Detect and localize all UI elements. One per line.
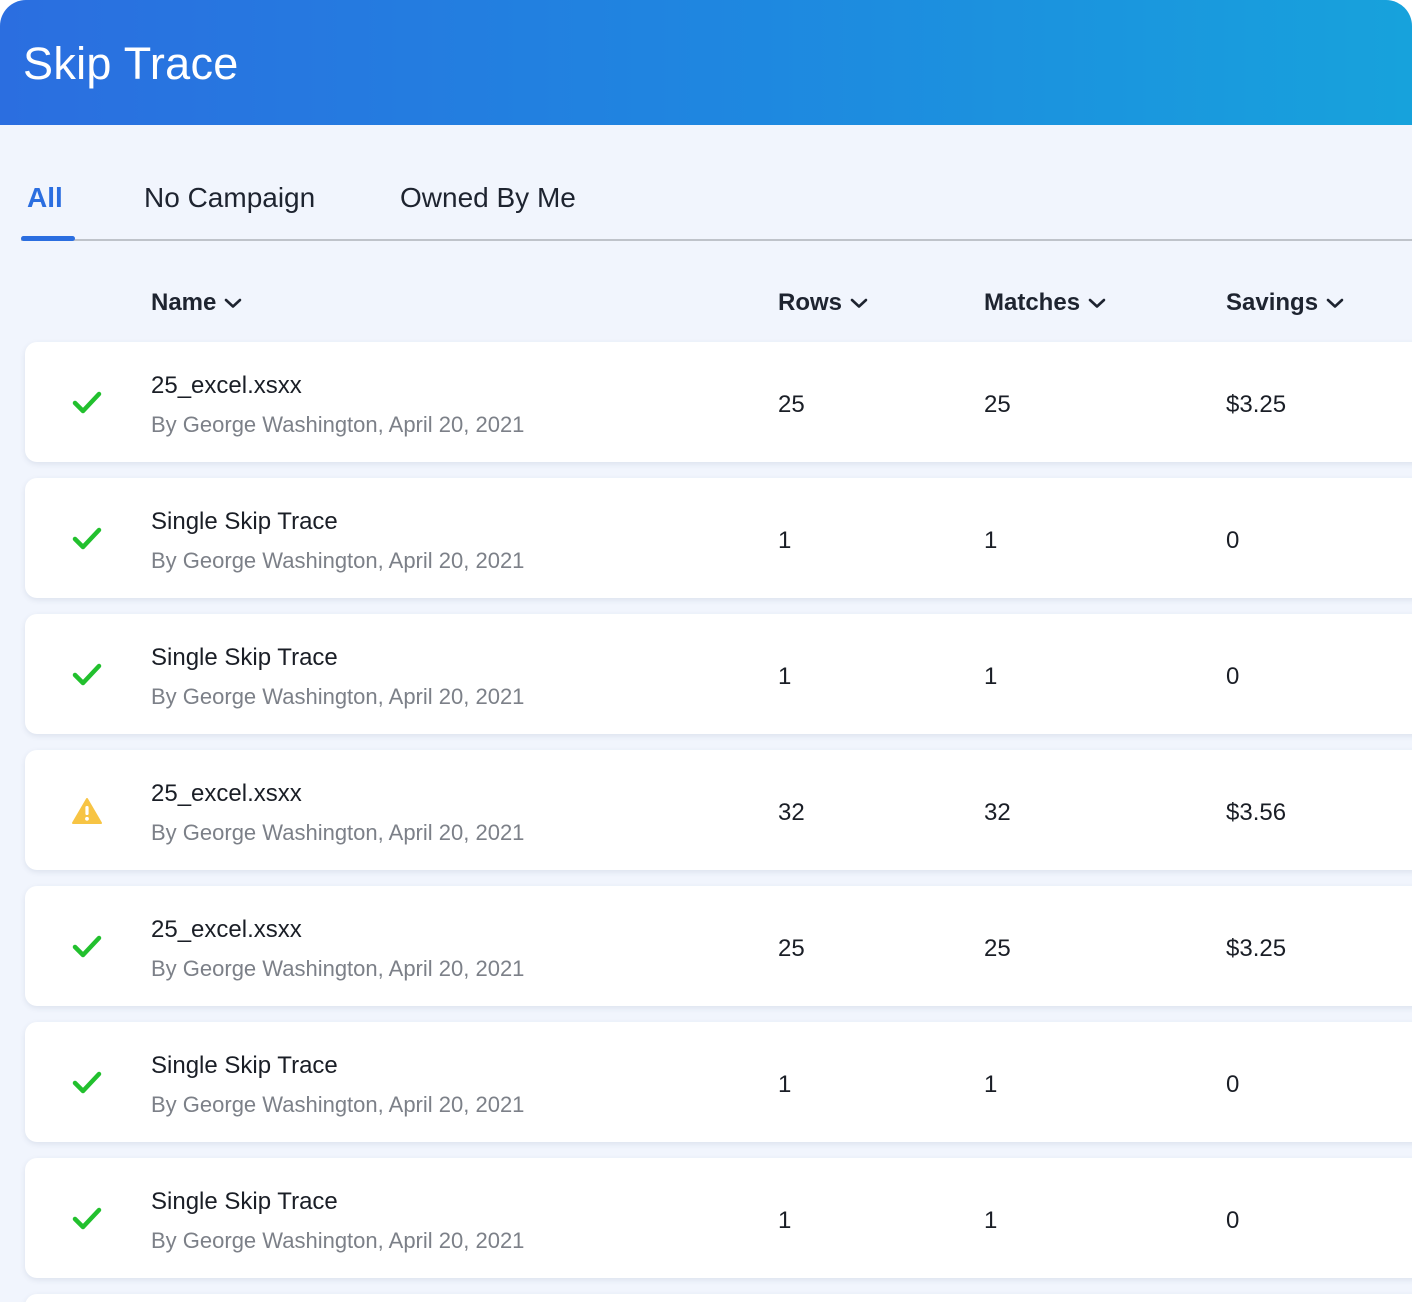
table-row-partial[interactable] xyxy=(25,1294,1412,1302)
active-tab-indicator xyxy=(21,236,75,241)
rows-value: 1 xyxy=(778,1071,792,1098)
file-meta: By George Washington, April 20, 2021 xyxy=(151,1228,525,1253)
chevron-down-icon xyxy=(1088,298,1106,308)
rows-value: 25 xyxy=(778,391,805,418)
file-meta: By George Washington, April 20, 2021 xyxy=(151,956,525,981)
skip-trace-window: Skip Trace All No Campaign Owned By Me N… xyxy=(0,0,1412,1302)
tab-no-campaign[interactable]: No Campaign xyxy=(144,182,315,214)
matches-value: 1 xyxy=(984,1071,998,1098)
chevron-down-icon xyxy=(225,298,242,308)
file-name: Single Skip Trace xyxy=(151,644,338,671)
matches-value: 25 xyxy=(984,935,1011,962)
matches-value: 1 xyxy=(984,527,998,554)
table-row[interactable]: Single Skip Trace By George Washington, … xyxy=(25,478,1412,598)
matches-value: 1 xyxy=(984,1207,998,1234)
column-header-name[interactable]: Name xyxy=(151,289,242,317)
file-name: 25_excel.xsxx xyxy=(151,372,302,399)
check-icon xyxy=(71,389,103,417)
column-header-savings-label: Savings xyxy=(1226,289,1319,316)
file-name: Single Skip Trace xyxy=(151,508,338,535)
savings-value: 0 xyxy=(1226,1207,1240,1234)
check-icon xyxy=(71,1069,103,1097)
check-icon xyxy=(71,661,103,689)
column-header-matches-label: Matches xyxy=(984,289,1081,316)
matches-value: 1 xyxy=(984,663,998,690)
table-row[interactable]: Single Skip Trace By George Washington, … xyxy=(25,1158,1412,1278)
savings-value: 0 xyxy=(1226,1071,1240,1098)
file-meta: By George Washington, April 20, 2021 xyxy=(151,684,525,709)
column-header-name-label: Name xyxy=(151,289,217,316)
file-name: Single Skip Trace xyxy=(151,1188,338,1215)
chevron-down-icon xyxy=(850,298,868,308)
file-meta: By George Washington, April 20, 2021 xyxy=(151,820,525,845)
column-header-rows-label: Rows xyxy=(778,289,843,316)
table-row[interactable]: Single Skip Trace By George Washington, … xyxy=(25,1022,1412,1142)
matches-value: 32 xyxy=(984,799,1011,826)
column-header-savings[interactable]: Savings xyxy=(1226,289,1344,317)
warning-icon xyxy=(71,797,103,825)
rows-value: 25 xyxy=(778,935,805,962)
tab-owned-by-me[interactable]: Owned By Me xyxy=(400,182,576,214)
savings-value: $3.25 xyxy=(1226,935,1287,962)
savings-value: 0 xyxy=(1226,527,1240,554)
column-header-matches[interactable]: Matches xyxy=(984,289,1106,317)
table-row[interactable]: 25_excel.xsxx By George Washington, Apri… xyxy=(25,342,1412,462)
file-meta: By George Washington, April 20, 2021 xyxy=(151,412,525,437)
page-title: Skip Trace xyxy=(23,38,239,89)
check-icon xyxy=(71,1205,103,1233)
table-row[interactable]: Single Skip Trace By George Washington, … xyxy=(25,614,1412,734)
savings-value: $3.25 xyxy=(1226,391,1287,418)
rows-value: 1 xyxy=(778,527,792,554)
column-header-rows[interactable]: Rows xyxy=(778,289,868,317)
check-icon xyxy=(71,933,103,961)
rows-value: 1 xyxy=(778,663,792,690)
check-icon xyxy=(71,525,103,553)
savings-value: $3.56 xyxy=(1226,799,1287,826)
file-name: Single Skip Trace xyxy=(151,1052,338,1079)
matches-value: 25 xyxy=(984,391,1011,418)
file-name: 25_excel.xsxx xyxy=(151,916,302,943)
tab-bar: All No Campaign Owned By Me xyxy=(21,160,1412,241)
file-meta: By George Washington, April 20, 2021 xyxy=(151,1092,525,1117)
file-meta: By George Washington, April 20, 2021 xyxy=(151,548,525,573)
table-row[interactable]: 25_excel.xsxx By George Washington, Apri… xyxy=(25,886,1412,1006)
savings-value: 0 xyxy=(1226,663,1240,690)
tab-all[interactable]: All xyxy=(27,182,63,214)
rows-value: 1 xyxy=(778,1207,792,1234)
chevron-down-icon xyxy=(1326,298,1344,308)
rows-value: 32 xyxy=(778,799,805,826)
app-header: Skip Trace xyxy=(0,0,1412,125)
file-name: 25_excel.xsxx xyxy=(151,780,302,807)
table-row[interactable]: 25_excel.xsxx By George Washington, Apri… xyxy=(25,750,1412,870)
